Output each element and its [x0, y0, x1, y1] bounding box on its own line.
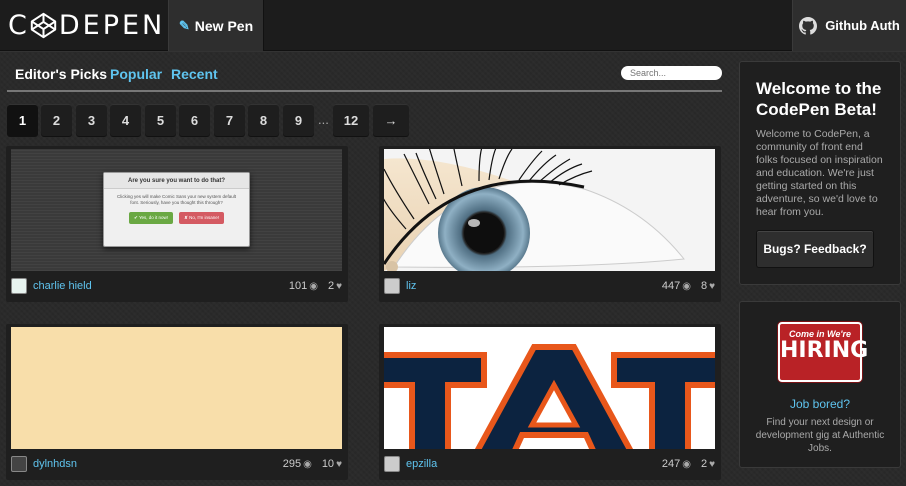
- heart-icon[interactable]: ♥: [709, 459, 715, 470]
- welcome-text: Welcome to CodePen, a community of front…: [756, 128, 883, 218]
- pen-card: liz 447 ◉ 8 ♥: [379, 146, 721, 302]
- codepen-logo-icon: [30, 12, 57, 39]
- avatar[interactable]: [384, 278, 400, 294]
- top-nav-bar: C DEPEN ✎ New Pen Github Auth: [0, 0, 906, 51]
- heart-count: 2: [327, 280, 335, 292]
- page-3-button[interactable]: 3: [76, 104, 107, 136]
- pen-card: epzilla 247 ◉ 2 ♥: [379, 324, 721, 480]
- pagination-ellipsis: ...: [318, 112, 329, 127]
- dialog-no-button: ✘ No, I'm insane!: [179, 212, 224, 224]
- eye-icon: ◉: [682, 280, 691, 292]
- hiring-sign-logo[interactable]: Come in We're HIRING: [778, 322, 869, 382]
- hiring-text: Find your next design or development gig…: [755, 417, 885, 454]
- pen-thumbnail[interactable]: [384, 327, 715, 449]
- search-input[interactable]: [621, 66, 722, 80]
- letters-illustration: [384, 327, 715, 449]
- new-pen-button[interactable]: ✎ New Pen: [168, 0, 264, 51]
- page-2-button[interactable]: 2: [41, 104, 72, 136]
- dialog-yes-button: ✔ Yes, do it now!: [129, 212, 174, 224]
- heart-count: 2: [700, 458, 708, 470]
- heart-icon[interactable]: ♥: [709, 281, 715, 292]
- pen-author-link[interactable]: epzilla: [406, 458, 437, 470]
- avatar[interactable]: [384, 456, 400, 472]
- welcome-title: Welcome to the CodePen Beta!: [756, 79, 882, 119]
- pen-author-link[interactable]: charlie hield: [33, 280, 92, 292]
- avatar[interactable]: [11, 456, 27, 472]
- tab-recent[interactable]: Recent: [171, 66, 218, 82]
- pen-card-footer: dylnhdsn 295 ◉ 10 ♥: [11, 453, 342, 475]
- heart-count: 10: [321, 458, 335, 470]
- hiring-sign-main: HIRING: [780, 338, 869, 363]
- page-4-button[interactable]: 4: [110, 104, 141, 136]
- heart-icon[interactable]: ♥: [336, 459, 342, 470]
- new-pen-label: New Pen: [194, 17, 254, 34]
- eye-icon: ◉: [309, 280, 318, 292]
- view-count: 247: [661, 458, 681, 470]
- dialog-title: Are you sure you want to do that?: [104, 173, 249, 189]
- pencil-icon: ✎: [178, 17, 190, 33]
- next-page-button[interactable]: →: [373, 104, 409, 136]
- view-count: 101: [288, 280, 308, 292]
- page-6-button[interactable]: 6: [179, 104, 210, 136]
- codepen-logo[interactable]: C DEPEN: [8, 10, 165, 41]
- page-5-button[interactable]: 5: [145, 104, 176, 136]
- heart-count: 8: [700, 280, 708, 292]
- feedback-button[interactable]: Bugs? Feedback?: [756, 230, 874, 268]
- pen-card-footer: charlie hield 101 ◉ 2 ♥: [11, 275, 342, 297]
- heart-icon[interactable]: ♥: [336, 281, 342, 292]
- pen-thumbnail[interactable]: [384, 149, 715, 271]
- pen-card: Are you sure you want to do that? Clicki…: [6, 146, 348, 302]
- avatar[interactable]: [11, 278, 27, 294]
- page-8-button[interactable]: 8: [248, 104, 279, 136]
- job-bored-link[interactable]: Job bored?: [740, 397, 900, 411]
- view-count: 447: [661, 280, 681, 292]
- github-octocat-icon: [799, 16, 818, 35]
- github-auth-label: Github Auth: [825, 18, 900, 33]
- view-count: 295: [282, 458, 302, 470]
- page-12-button[interactable]: 12: [333, 104, 369, 136]
- hiring-ad-panel: Come in We're HIRING Job bored? Find you…: [739, 301, 901, 468]
- github-auth-button[interactable]: Github Auth: [792, 0, 906, 51]
- eye-icon: ◉: [682, 458, 691, 470]
- confirm-dialog-preview: Are you sure you want to do that? Clicki…: [103, 172, 250, 247]
- tab-editors-picks[interactable]: Editor's Picks: [15, 66, 107, 82]
- pen-filter-tabs: Editor's Picks Popular Recent: [7, 62, 722, 92]
- pen-card: dylnhdsn 295 ◉ 10 ♥: [6, 324, 348, 480]
- welcome-panel: Welcome to the CodePen Beta! Welcome to …: [739, 61, 901, 285]
- pen-thumbnail[interactable]: [11, 327, 342, 449]
- page-1-button[interactable]: 1: [7, 104, 38, 136]
- tab-popular[interactable]: Popular: [110, 66, 162, 82]
- eye-icon: ◉: [303, 458, 312, 470]
- dialog-body: Clicking yes will make Comic Sans your n…: [116, 194, 237, 205]
- pen-author-link[interactable]: liz: [406, 280, 416, 292]
- pen-card-footer: liz 447 ◉ 8 ♥: [384, 275, 715, 297]
- pen-card-footer: epzilla 247 ◉ 2 ♥: [384, 453, 715, 475]
- pen-author-link[interactable]: dylnhdsn: [33, 458, 77, 470]
- page-7-button[interactable]: 7: [214, 104, 245, 136]
- eye-illustration: [384, 149, 715, 271]
- pen-thumbnail[interactable]: Are you sure you want to do that? Clicki…: [11, 149, 342, 271]
- page-9-button[interactable]: 9: [283, 104, 314, 136]
